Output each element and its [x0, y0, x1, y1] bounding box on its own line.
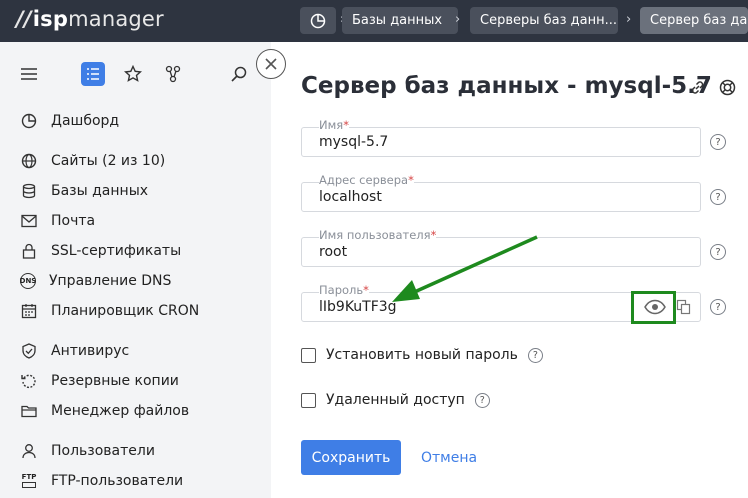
sidebar-item-mail[interactable]: Почта — [20, 210, 95, 232]
server-address-field[interactable]: Адрес сервера* localhost — [301, 173, 701, 212]
breadcrumb-separator: › — [455, 12, 461, 27]
help-icon[interactable]: ? — [710, 134, 726, 150]
sidebar-item-ftp-users[interactable]: FTP FTP-пользователи — [20, 470, 183, 492]
breadcrumb-db-server[interactable]: Сервер баз данных — [640, 7, 748, 34]
logo-slashes: // — [16, 7, 32, 31]
sidebar-item-cron[interactable]: Планировщик CRON — [20, 300, 199, 322]
star-icon[interactable] — [121, 62, 145, 86]
ftp-icon: FTP — [20, 472, 38, 490]
eye-icon[interactable] — [644, 299, 666, 315]
top-bar: //ispmanager › Базы данных › Серверы баз… — [0, 0, 748, 42]
sidebar-item-antivirus[interactable]: Антивирус — [20, 340, 129, 362]
ftp-tag-bar — [22, 482, 36, 488]
calendar-icon — [20, 302, 38, 320]
folder-icon — [20, 402, 38, 420]
sidebar-item-label: Базы данных — [51, 183, 149, 199]
sidebar-toolbar — [0, 62, 271, 92]
sidebar-item-label: SSL-сертификаты — [51, 243, 182, 259]
sidebar-item-label: Управление DNS — [49, 273, 172, 289]
help-lifebuoy-icon[interactable] — [718, 78, 736, 96]
logo[interactable]: //ispmanager — [16, 7, 164, 31]
sidebar-item-label: Дашборд — [51, 113, 120, 129]
username-field[interactable]: Имя пользователя* root — [301, 228, 701, 267]
logo-isp: isp — [32, 7, 69, 31]
sidebar-item-label: Резервные копии — [51, 373, 179, 389]
share-nodes-icon[interactable] — [161, 62, 185, 86]
sidebar-item-label: FTP-пользователи — [51, 473, 184, 489]
breadcrumb-databases[interactable]: Базы данных — [342, 7, 458, 34]
sidebar-item-file-manager[interactable]: Менеджер файлов — [20, 400, 189, 422]
sidebar-item-sites[interactable]: Сайты (2 из 10) — [20, 150, 165, 172]
server-address-label: Адрес сервера* — [319, 173, 414, 187]
help-icon[interactable]: ? — [710, 299, 726, 315]
breadcrumb-home[interactable] — [300, 7, 336, 34]
search-icon[interactable] — [227, 62, 251, 86]
close-icon — [265, 58, 277, 70]
set-new-password-label: Установить новый пароль — [326, 347, 518, 363]
lock-icon — [20, 242, 38, 260]
name-value: mysql-5.7 — [319, 134, 389, 150]
name-label: Имя* — [319, 118, 349, 132]
dashboard-icon — [310, 13, 326, 28]
sidebar-item-users[interactable]: Пользователи — [20, 440, 155, 462]
database-icon — [20, 182, 38, 200]
name-field[interactable]: Имя* mysql-5.7 — [301, 118, 701, 157]
sidebar-item-label: Менеджер файлов — [51, 403, 190, 419]
backup-icon — [20, 372, 38, 390]
shield-icon — [20, 342, 38, 360]
user-icon — [20, 442, 38, 460]
ftp-tag: FTP — [21, 473, 37, 481]
remote-access-checkbox[interactable] — [301, 392, 316, 408]
copy-icon[interactable] — [676, 299, 692, 315]
password-value: lIb9KuTF3g — [319, 299, 397, 315]
sidebar-item-label: Сайты (2 из 10) — [51, 153, 166, 169]
sidebar-item-label: Пользователи — [51, 443, 155, 459]
password-label: Пароль* — [319, 283, 369, 297]
remote-access-label: Удаленный доступ — [326, 392, 465, 408]
remote-access-row[interactable]: Удаленный доступ ? — [301, 392, 490, 408]
help-icon[interactable]: ? — [710, 244, 726, 260]
hamburger-icon[interactable] — [17, 62, 41, 86]
close-button[interactable] — [256, 49, 286, 79]
set-new-password-checkbox[interactable] — [301, 347, 316, 363]
logo-manager: manager — [68, 7, 164, 31]
list-view-icon[interactable] — [81, 62, 105, 86]
help-icon[interactable]: ? — [710, 189, 726, 205]
sidebar-item-databases[interactable]: Базы данных — [20, 180, 148, 202]
dns-icon: DNS — [20, 273, 36, 289]
link-icon[interactable] — [688, 78, 706, 96]
page-title: Сервер баз данных - mysql-5.7 — [301, 73, 712, 99]
dashboard-icon — [20, 112, 38, 130]
save-button[interactable]: Сохранить — [301, 440, 401, 475]
sidebar: Дашборд Сайты (2 из 10) Базы данных Почт… — [0, 42, 271, 498]
breadcrumb-separator: › — [626, 12, 632, 27]
breadcrumb-db-servers[interactable]: Серверы баз данн... — [470, 7, 618, 34]
globe-icon — [20, 152, 38, 170]
set-new-password-row[interactable]: Установить новый пароль ? — [301, 347, 543, 363]
mail-icon — [20, 212, 38, 230]
cancel-link[interactable]: Отмена — [421, 450, 477, 466]
sidebar-item-dashboard[interactable]: Дашборд — [20, 110, 119, 132]
help-icon[interactable]: ? — [527, 347, 543, 363]
sidebar-item-backups[interactable]: Резервные копии — [20, 370, 179, 392]
username-value: root — [319, 244, 348, 260]
server-address-value: localhost — [319, 189, 382, 205]
sidebar-item-label: Планировщик CRON — [51, 303, 200, 319]
sidebar-item-ssl[interactable]: SSL-сертификаты — [20, 240, 181, 262]
sidebar-item-label: Почта — [51, 213, 96, 229]
username-label: Имя пользователя* — [319, 228, 437, 242]
sidebar-item-label: Антивирус — [51, 343, 130, 359]
help-icon[interactable]: ? — [474, 392, 490, 408]
sidebar-item-dns[interactable]: DNS Управление DNS — [20, 270, 171, 292]
